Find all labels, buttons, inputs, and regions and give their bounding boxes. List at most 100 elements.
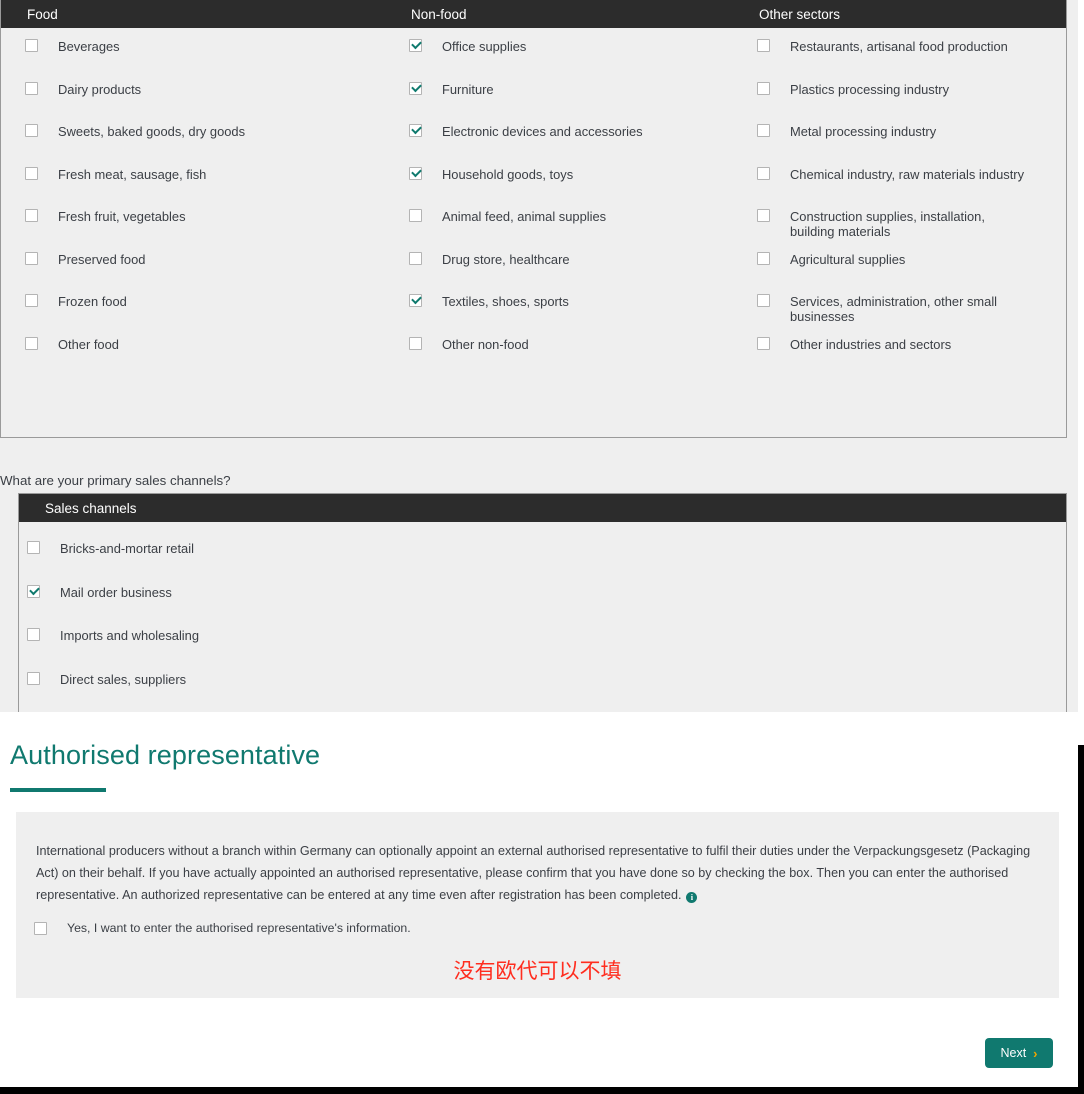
sector-non-food-8-checkbox[interactable] [409,336,422,350]
sector-non-food-5-label: Animal feed, animal supplies [442,209,607,224]
sector-other-sectors-1-label: Restaurants, artisanal food production [790,39,1008,54]
next-button[interactable]: Next › [985,1038,1053,1068]
sector-non-food-2-label: Furniture [442,81,494,97]
sales-channel-2-row[interactable]: Mail order business [19,584,1066,628]
chevron-right-icon: › [1033,1045,1038,1061]
sector-other-sectors-8-row[interactable]: Other industries and sectors [733,336,1066,379]
sector-other-sectors-7-checkbox[interactable] [757,294,770,307]
sales-channel-4-checkbox[interactable] [27,671,40,685]
sector-non-food-8-row[interactable]: Other non-food [385,336,733,379]
sector-food-5-row[interactable]: Fresh fruit, vegetables [1,208,385,251]
sales-channel-4-label: Direct sales, suppliers [60,671,187,687]
authorised-representative-paragraph: International producers without a branch… [36,840,1040,906]
authorised-representative-confirm-checkbox[interactable] [34,922,47,935]
sectors-selection-table: Food Non-food Other sectors Beverages Dai… [0,0,1067,438]
sales-channel-2-label: Mail order business [60,584,172,600]
authorised-representative-info-box: International producers without a branch… [16,812,1059,998]
sales-channel-1-label: Bricks-and-mortar retail [60,541,194,556]
sales-channel-4-row[interactable]: Direct sales, suppliers [19,671,1066,714]
sector-non-food-2-checkbox[interactable] [409,81,422,95]
sector-other-sectors-8-checkbox[interactable] [757,336,770,350]
sales-channel-1-checkbox[interactable] [27,541,40,554]
sector-food-3-label: Sweets, baked goods, dry goods [58,124,246,139]
sector-non-food-7-checkbox[interactable] [409,294,422,307]
sector-other-sectors-3-label: Metal processing industry [790,124,937,139]
sector-food-3-checkbox[interactable] [25,124,38,137]
sector-non-food-5-checkbox[interactable] [409,209,422,222]
sectors-header-non-food: Non-food [411,6,467,22]
sector-food-4-checkbox[interactable] [25,166,38,180]
sector-food-1-row[interactable]: Beverages [1,38,385,81]
sectors-table-header-row: Food Non-food Other sectors [1,0,1066,28]
sector-other-sectors-3-checkbox[interactable] [757,124,770,137]
sector-other-sectors-7-label: Services, administration, other small bu… [790,294,998,324]
sector-other-sectors-4-checkbox[interactable] [757,166,770,180]
sector-food-1-checkbox[interactable] [25,39,38,52]
sales-channel-3-label: Imports and wholesaling [60,628,200,643]
window-right-edge-strip [1078,745,1084,1087]
sector-non-food-1-checkbox[interactable] [409,39,422,52]
annotation-note: 没有欧代可以不填 [453,959,622,983]
sectors-column-other-sectors: Restaurants, artisanal food production Pl… [733,38,1066,378]
sector-food-2-row[interactable]: Dairy products [1,81,385,124]
sector-non-food-4-checkbox[interactable] [409,166,422,180]
sectors-column-non-food: Office supplies Furniture Electronic devic… [385,38,733,378]
sector-food-6-row[interactable]: Preserved food [1,251,385,294]
sector-food-7-checkbox[interactable] [25,294,38,307]
sector-other-sectors-6-row[interactable]: Agricultural supplies [733,251,1066,294]
sector-non-food-7-row[interactable]: Textiles, shoes, sports [385,293,733,336]
sector-other-sectors-3-row[interactable]: Metal processing industry [733,123,1066,166]
sector-non-food-4-row[interactable]: Household goods, toys [385,166,733,209]
sector-food-3-row[interactable]: Sweets, baked goods, dry goods [1,123,385,166]
sector-other-sectors-4-label: Chemical industry, raw materials industr… [790,166,1025,182]
sector-non-food-6-row[interactable]: Drug store, healthcare [385,251,733,294]
sector-non-food-1-row[interactable]: Office supplies [385,38,733,81]
authorised-representative-confirm-row[interactable]: Yes, I want to enter the authorised repr… [34,921,411,935]
sector-other-sectors-2-checkbox[interactable] [757,81,770,95]
sales-channels-header-row: Sales channels [19,494,1066,522]
sector-food-6-label: Preserved food [58,251,146,267]
sector-food-8-checkbox[interactable] [25,336,38,350]
sector-non-food-2-row[interactable]: Furniture [385,81,733,124]
sector-other-sectors-1-checkbox[interactable] [757,39,770,52]
sector-other-sectors-1-row[interactable]: Restaurants, artisanal food production [733,38,1066,81]
sector-non-food-3-label: Electronic devices and accessories [442,124,643,139]
sector-other-sectors-5-checkbox[interactable] [757,209,770,222]
sector-food-4-row[interactable]: Fresh meat, sausage, fish [1,166,385,209]
page-root: Food Non-food Other sectors Beverages Dai… [0,0,1084,1094]
window-right-edge-top [1078,0,1084,745]
sales-channels-panel: Sales channels Bricks-and-mortar retail M… [18,493,1067,713]
info-icon[interactable]: i [686,892,698,903]
sector-food-4-label: Fresh meat, sausage, fish [58,166,207,182]
sector-non-food-6-checkbox[interactable] [409,251,422,265]
sector-food-5-checkbox[interactable] [25,209,38,222]
page-title: Authorised representative [10,740,321,770]
sector-other-sectors-2-row[interactable]: Plastics processing industry [733,81,1066,124]
sector-food-7-label: Frozen food [58,294,127,309]
sector-other-sectors-6-label: Agricultural supplies [790,251,906,267]
sector-food-2-label: Dairy products [58,81,142,97]
sector-food-2-checkbox[interactable] [25,81,38,95]
sector-food-1-label: Beverages [58,39,120,54]
sector-non-food-6-label: Drug store, healthcare [442,251,570,267]
sales-channel-2-checkbox[interactable] [27,584,40,598]
paragraph-text: International producers without a branch… [36,844,1031,902]
sector-food-7-row[interactable]: Frozen food [1,293,385,336]
sales-channel-3-checkbox[interactable] [27,628,40,641]
sector-other-sectors-2-label: Plastics processing industry [790,81,950,97]
sales-channel-1-row[interactable]: Bricks-and-mortar retail [19,540,1066,584]
sector-other-sectors-4-row[interactable]: Chemical industry, raw materials industr… [733,166,1066,209]
sector-food-8-label: Other food [58,336,119,352]
sector-other-sectors-5-row[interactable]: Construction supplies, installation, bui… [733,208,1066,251]
sector-non-food-3-checkbox[interactable] [409,124,422,137]
sectors-header-other-sectors: Other sectors [759,6,841,22]
sector-non-food-1-label: Office supplies [442,39,527,54]
sector-non-food-5-row[interactable]: Animal feed, animal supplies [385,208,733,251]
sectors-table-body: Beverages Dairy products Sweets, baked goo… [1,28,1066,378]
sector-other-sectors-6-checkbox[interactable] [757,251,770,265]
sector-other-sectors-7-row[interactable]: Services, administration, other small bu… [733,293,1066,336]
sector-food-8-row[interactable]: Other food [1,336,385,379]
sales-channel-3-row[interactable]: Imports and wholesaling [19,627,1066,671]
sector-food-6-checkbox[interactable] [25,251,38,265]
sector-non-food-3-row[interactable]: Electronic devices and accessories [385,123,733,166]
